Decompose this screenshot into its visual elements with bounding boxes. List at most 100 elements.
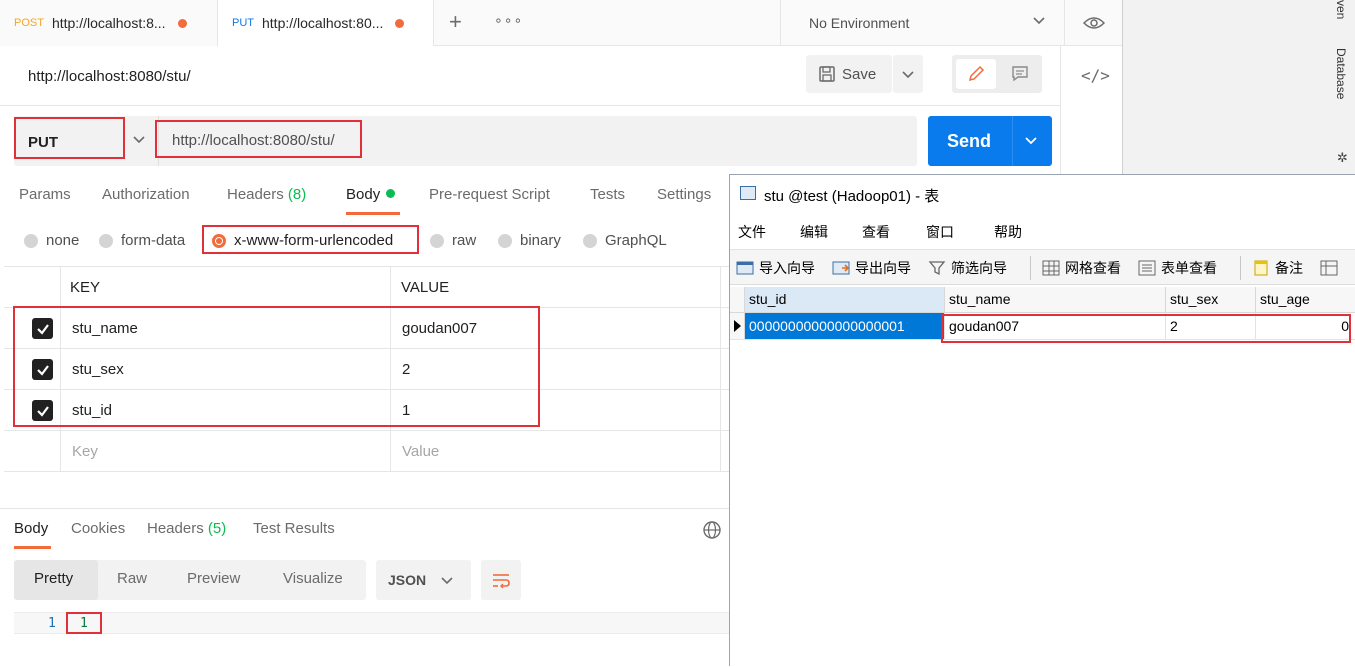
form-view-button[interactable]: 表单查看 <box>1138 258 1217 278</box>
value-cell[interactable]: 1 <box>402 402 410 419</box>
request-tab-post[interactable]: POST http://localhost:8... <box>0 0 218 46</box>
radio-circle-icon <box>24 233 38 248</box>
wrap-lines-icon <box>493 574 510 589</box>
value-cell[interactable]: goudan007 <box>402 320 477 337</box>
view-raw-button[interactable]: Raw <box>117 570 147 587</box>
toolbar-label: 网格查看 <box>1065 260 1121 276</box>
radio-circle-icon <box>583 233 597 248</box>
edit-pencil-button[interactable] <box>956 59 996 89</box>
menu-window[interactable]: 窗口 <box>926 222 954 242</box>
ide-tool-label[interactable]: ven <box>1334 0 1348 19</box>
column-divider <box>720 308 721 348</box>
key-cell[interactable]: stu_id <box>72 402 112 419</box>
unsaved-dot-icon <box>395 18 405 28</box>
comments-button[interactable] <box>1002 59 1038 89</box>
new-key-input[interactable]: Key <box>72 443 98 460</box>
import-wizard-button[interactable]: 导入向导 <box>736 258 815 278</box>
grid-cell-stu-sex[interactable]: 2 <box>1166 313 1256 340</box>
tab-authorization[interactable]: Authorization <box>102 186 190 203</box>
grid-cell-stu-age[interactable]: 0 <box>1256 313 1355 340</box>
grid-cell-stu-name[interactable]: goudan007 <box>945 313 1166 340</box>
response-tab-test-results[interactable]: Test Results <box>253 520 335 537</box>
new-tab-plus-icon[interactable]: + <box>449 9 462 35</box>
key-cell[interactable]: stu_sex <box>72 361 124 378</box>
line-number: 1 <box>48 616 56 631</box>
key-cell[interactable]: stu_name <box>72 320 138 337</box>
tab-settings[interactable]: Settings <box>657 186 711 203</box>
view-visualize-button[interactable]: Visualize <box>283 570 343 587</box>
export-wizard-button[interactable]: 导出向导 <box>832 258 911 278</box>
column-divider <box>720 390 721 430</box>
row-indicator[interactable] <box>730 313 745 340</box>
chevron-down-icon[interactable] <box>1024 133 1038 147</box>
radio-binary[interactable]: binary <box>498 232 561 249</box>
menu-help[interactable]: 帮助 <box>994 222 1022 242</box>
headers-count: (8) <box>287 186 307 203</box>
menu-file[interactable]: 文件 <box>738 222 766 242</box>
column-divider <box>60 267 61 307</box>
save-button[interactable]: Save <box>806 55 892 93</box>
column-header-stu-age[interactable]: stu_age <box>1256 287 1355 313</box>
radio-graphql[interactable]: GraphQL <box>583 232 667 249</box>
column-divider <box>60 390 61 430</box>
radio-x-www-form-urlencoded[interactable]: x-www-form-urlencoded <box>212 232 393 249</box>
response-tab-body[interactable]: Body <box>14 520 48 537</box>
column-header-stu-sex[interactable]: stu_sex <box>1166 287 1256 313</box>
value-cell[interactable]: 2 <box>402 361 410 378</box>
radio-label: form-data <box>121 232 186 249</box>
chevron-down-icon[interactable] <box>132 132 146 146</box>
format-select[interactable]: JSON <box>376 560 471 600</box>
grid-view-button[interactable]: 网格查看 <box>1042 258 1121 278</box>
environment-label: No Environment <box>809 15 910 31</box>
code-snippet-icon[interactable]: </> <box>1081 66 1110 85</box>
key-value-table: KEY VALUE stu_name goudan007 stu_sex 2 s… <box>4 266 730 474</box>
request-tab-bar: POST http://localhost:8... PUT http://lo… <box>0 0 1122 46</box>
radio-raw[interactable]: raw <box>430 232 476 249</box>
tab-tests[interactable]: Tests <box>590 186 625 203</box>
memo-button[interactable]: 备注 <box>1252 258 1303 278</box>
environment-selector[interactable]: No Environment <box>780 0 1064 46</box>
import-icon <box>736 261 754 275</box>
tab-url-label: http://localhost:80... <box>262 15 384 31</box>
tab-body[interactable]: Body <box>346 186 396 203</box>
row-enabled-checkbox[interactable] <box>32 318 53 339</box>
view-preview-button[interactable]: Preview <box>187 570 240 587</box>
save-icon <box>819 66 835 82</box>
save-options-button[interactable] <box>893 55 923 93</box>
menu-view[interactable]: 查看 <box>862 222 890 242</box>
export-icon <box>832 261 850 275</box>
filter-wizard-button[interactable]: 筛选向导 <box>928 258 1007 278</box>
send-button[interactable]: Send <box>928 116 1052 166</box>
method-select[interactable]: PUT <box>28 134 58 151</box>
wrap-lines-button[interactable] <box>481 560 521 600</box>
chevron-down-icon <box>902 71 914 79</box>
tab-prerequest-script[interactable]: Pre-request Script <box>429 186 550 203</box>
grid-cell-stu-id[interactable]: 00000000000000000001 <box>745 313 945 340</box>
tab-headers[interactable]: Headers (8) <box>227 186 306 203</box>
response-tab-cookies[interactable]: Cookies <box>71 520 125 537</box>
tab-params[interactable]: Params <box>19 186 71 203</box>
key-column-header: KEY <box>70 279 101 296</box>
new-value-input[interactable]: Value <box>402 443 439 460</box>
radio-none[interactable]: none <box>24 232 79 249</box>
tab-url-label: http://localhost:8... <box>51 15 166 31</box>
row-enabled-checkbox[interactable] <box>32 400 53 421</box>
tab-headers-label: Headers <box>227 186 284 203</box>
view-pretty-button[interactable]: Pretty <box>34 570 73 587</box>
request-tab-put[interactable]: PUT http://localhost:80... <box>218 0 434 46</box>
menu-edit[interactable]: 编辑 <box>800 222 828 242</box>
bug-icon[interactable]: ✲ <box>1337 150 1348 166</box>
column-header-stu-id[interactable]: stu_id <box>745 287 945 313</box>
response-tab-headers[interactable]: Headers (5) <box>147 520 226 537</box>
row-enabled-checkbox[interactable] <box>32 359 53 380</box>
column-divider <box>390 349 391 389</box>
more-tabs-icon[interactable]: ∘∘∘ <box>494 12 523 29</box>
more-toolbar-icon[interactable] <box>1320 260 1338 276</box>
globe-icon[interactable] <box>702 520 722 540</box>
ide-database-tool-label[interactable]: Database <box>1334 48 1348 99</box>
url-input[interactable]: http://localhost:8080/stu/ <box>172 132 335 149</box>
environment-quick-look-eye-icon[interactable] <box>1064 0 1122 46</box>
column-header-stu-name[interactable]: stu_name <box>945 287 1166 313</box>
response-code-line: 1 1 <box>14 612 730 634</box>
radio-form-data[interactable]: form-data <box>99 232 185 249</box>
